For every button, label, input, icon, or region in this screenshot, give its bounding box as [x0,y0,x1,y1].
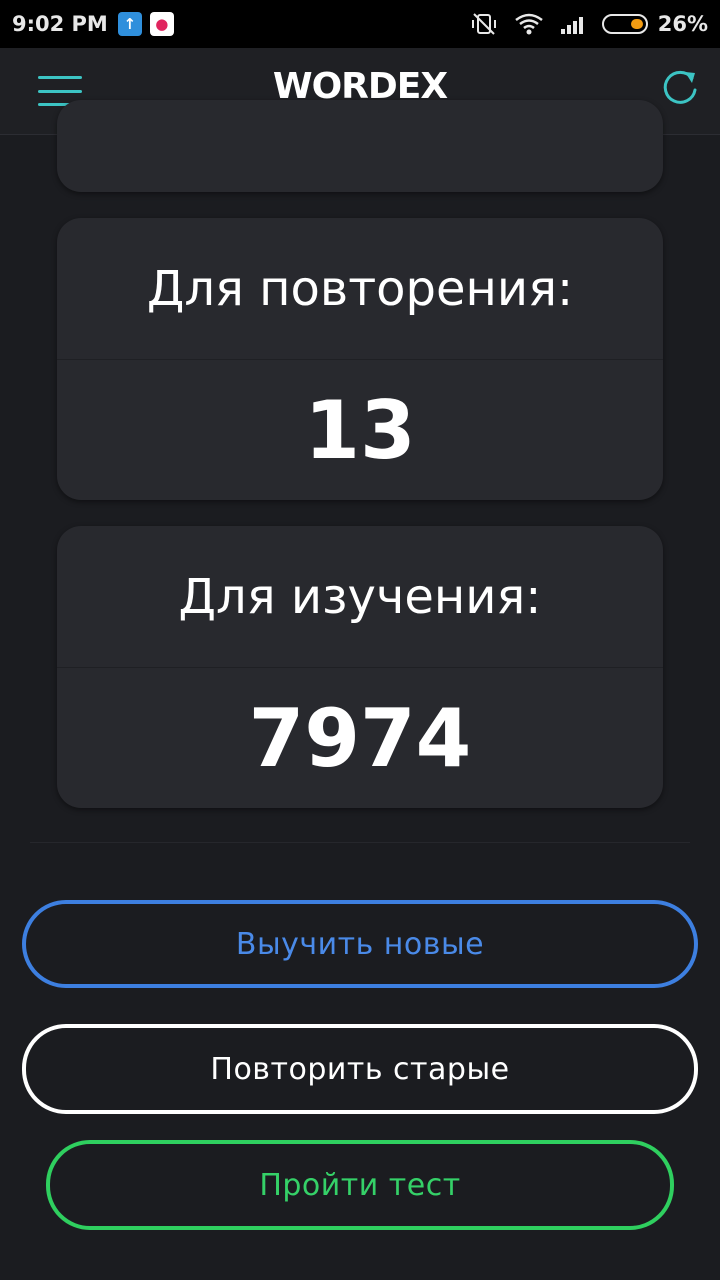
review-count: 13 [304,383,416,477]
refresh-icon[interactable] [658,66,702,110]
wifi-icon [514,12,544,36]
battery-percent: 26% [657,12,708,36]
status-bar: 9:02 PM ↑ ● 26% [0,0,720,48]
learn-card: Для изучения: 7974 [57,526,663,808]
review-card: Для повторения: 13 [57,218,663,500]
review-label: Для повторения: [57,218,663,360]
take-test-button[interactable]: Пройти тест [46,1140,674,1230]
learn-new-button[interactable]: Выучить новые [22,900,698,988]
status-left: 9:02 PM ↑ ● [12,12,174,36]
repeat-old-button[interactable]: Повторить старые [22,1024,698,1114]
app-notification-icon: ● [149,12,174,36]
partial-card [57,100,663,192]
battery-icon [601,14,648,34]
learn-label: Для изучения: [57,526,663,668]
status-time: 9:02 PM [12,12,108,36]
learn-count: 7974 [248,691,472,785]
section-divider [30,842,690,843]
battery-level-fill [630,19,643,29]
signal-icon [560,13,588,35]
status-right: 26% [454,12,708,36]
upload-notification-icon: ↑ [117,12,142,36]
vibrate-off-icon [470,12,498,36]
